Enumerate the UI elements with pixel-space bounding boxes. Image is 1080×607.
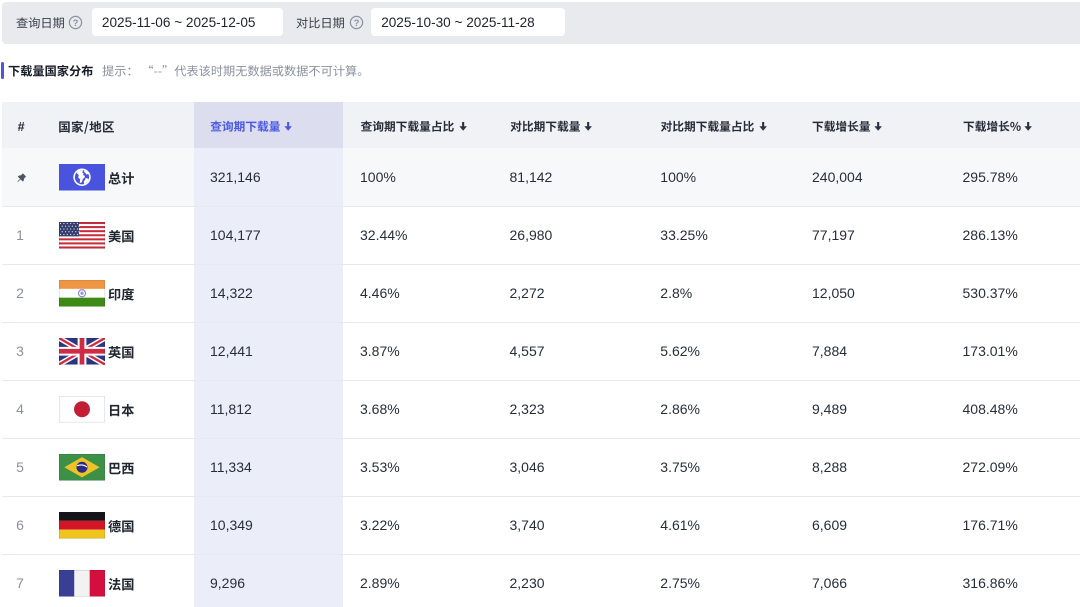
svg-text:?: ? [354,18,360,28]
svg-text:?: ? [72,18,78,28]
